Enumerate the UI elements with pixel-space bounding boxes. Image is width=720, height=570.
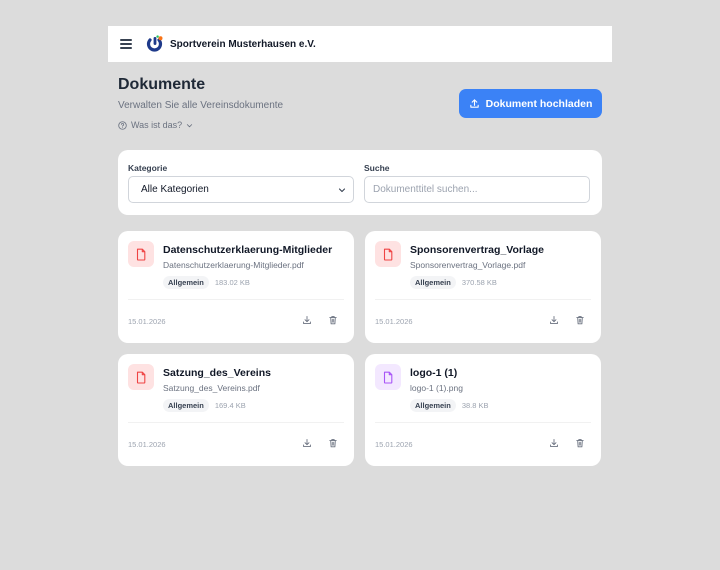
top-bar: Sportverein Musterhausen e.V. bbox=[108, 26, 612, 62]
delete-button[interactable] bbox=[574, 314, 586, 326]
card-divider bbox=[375, 299, 591, 300]
document-date: 15.01.2026 bbox=[128, 317, 166, 326]
chevron-down-icon bbox=[187, 123, 193, 127]
card-divider bbox=[128, 422, 344, 423]
trash-icon bbox=[576, 439, 584, 448]
category-badge: Allgemein bbox=[163, 276, 209, 289]
menu-icon[interactable] bbox=[120, 39, 132, 49]
document-date: 15.01.2026 bbox=[128, 440, 166, 449]
download-button[interactable] bbox=[548, 314, 560, 326]
trash-icon bbox=[329, 316, 337, 325]
chevron-down-icon bbox=[338, 188, 346, 193]
document-title[interactable]: Datenschutzerklaerung-Mitglieder bbox=[163, 244, 332, 256]
category-badge: Allgemein bbox=[410, 276, 456, 289]
document-card[interactable]: Sponsorenvertrag_Vorlage Sponsorenvertrag… bbox=[365, 231, 601, 343]
help-circle-icon bbox=[118, 120, 127, 130]
download-icon bbox=[550, 439, 558, 448]
download-button[interactable] bbox=[301, 314, 313, 326]
download-button[interactable] bbox=[548, 437, 560, 449]
download-icon bbox=[303, 439, 311, 448]
delete-button[interactable] bbox=[574, 437, 586, 449]
document-filename: logo-1 (1).png bbox=[410, 383, 463, 393]
search-input[interactable] bbox=[364, 176, 590, 203]
upload-icon bbox=[469, 99, 479, 108]
pdf-file-icon bbox=[128, 364, 154, 390]
document-card[interactable]: Satzung_des_Vereins Satzung_des_Vereins.p… bbox=[118, 354, 354, 466]
document-card[interactable]: Datenschutzerklaerung-Mitglieder Datensch… bbox=[118, 231, 354, 343]
document-title[interactable]: Sponsorenvertrag_Vorlage bbox=[410, 244, 544, 256]
page-header: Dokumente Verwalten Sie alle Vereinsdoku… bbox=[108, 62, 612, 150]
pdf-file-icon bbox=[128, 241, 154, 267]
club-logo bbox=[146, 35, 163, 52]
upload-document-button[interactable]: Dokument hochladen bbox=[459, 89, 602, 118]
card-divider bbox=[375, 422, 591, 423]
trash-icon bbox=[329, 439, 337, 448]
document-filename: Datenschutzerklaerung-Mitglieder.pdf bbox=[163, 260, 304, 270]
document-title[interactable]: Satzung_des_Vereins bbox=[163, 367, 271, 379]
category-badge: Allgemein bbox=[163, 399, 209, 412]
brand-name: Sportverein Musterhausen e.V. bbox=[170, 38, 316, 50]
download-icon bbox=[303, 316, 311, 325]
file-size: 169.4 KB bbox=[214, 401, 246, 410]
document-meta: Allgemein 370.58 KB bbox=[410, 276, 497, 289]
search-label: Suche bbox=[364, 163, 390, 173]
document-date: 15.01.2026 bbox=[375, 440, 413, 449]
document-date: 15.01.2026 bbox=[375, 317, 413, 326]
help-label: Was ist das? bbox=[131, 120, 183, 130]
page-subtitle: Verwalten Sie alle Vereinsdokumente bbox=[118, 100, 284, 111]
delete-button[interactable] bbox=[327, 314, 339, 326]
document-filename: Sponsorenvertrag_Vorlage.pdf bbox=[410, 260, 526, 270]
file-size: 183.02 KB bbox=[214, 278, 250, 287]
delete-button[interactable] bbox=[327, 437, 339, 449]
trash-icon bbox=[576, 316, 584, 325]
document-card[interactable]: logo-1 (1) logo-1 (1).png Allgemein 38.8 KB… bbox=[365, 354, 601, 466]
page-title: Dokumente bbox=[118, 76, 206, 93]
category-badge: Allgemein bbox=[410, 399, 456, 412]
pdf-file-icon bbox=[375, 241, 401, 267]
help-toggle[interactable]: Was ist das? bbox=[118, 120, 193, 130]
card-divider bbox=[128, 299, 344, 300]
file-size: 38.8 KB bbox=[461, 401, 489, 410]
app-container: Sportverein Musterhausen e.V. Dokumente … bbox=[108, 26, 612, 466]
file-size: 370.58 KB bbox=[461, 278, 497, 287]
category-label: Kategorie bbox=[128, 163, 168, 173]
document-title[interactable]: logo-1 (1) bbox=[410, 367, 457, 379]
category-select[interactable]: Alle Kategorien bbox=[128, 176, 354, 203]
download-icon bbox=[550, 316, 558, 325]
document-meta: Allgemein 169.4 KB bbox=[163, 399, 246, 412]
document-meta: Allgemein 38.8 KB bbox=[410, 399, 489, 412]
category-select-value: Alle Kategorien bbox=[141, 184, 209, 195]
upload-button-label: Dokument hochladen bbox=[485, 97, 593, 110]
download-button[interactable] bbox=[301, 437, 313, 449]
document-meta: Allgemein 183.02 KB bbox=[163, 276, 250, 289]
image-file-icon bbox=[375, 364, 401, 390]
filter-panel: Kategorie Alle Kategorien Suche bbox=[118, 150, 602, 215]
document-filename: Satzung_des_Vereins.pdf bbox=[163, 383, 260, 393]
